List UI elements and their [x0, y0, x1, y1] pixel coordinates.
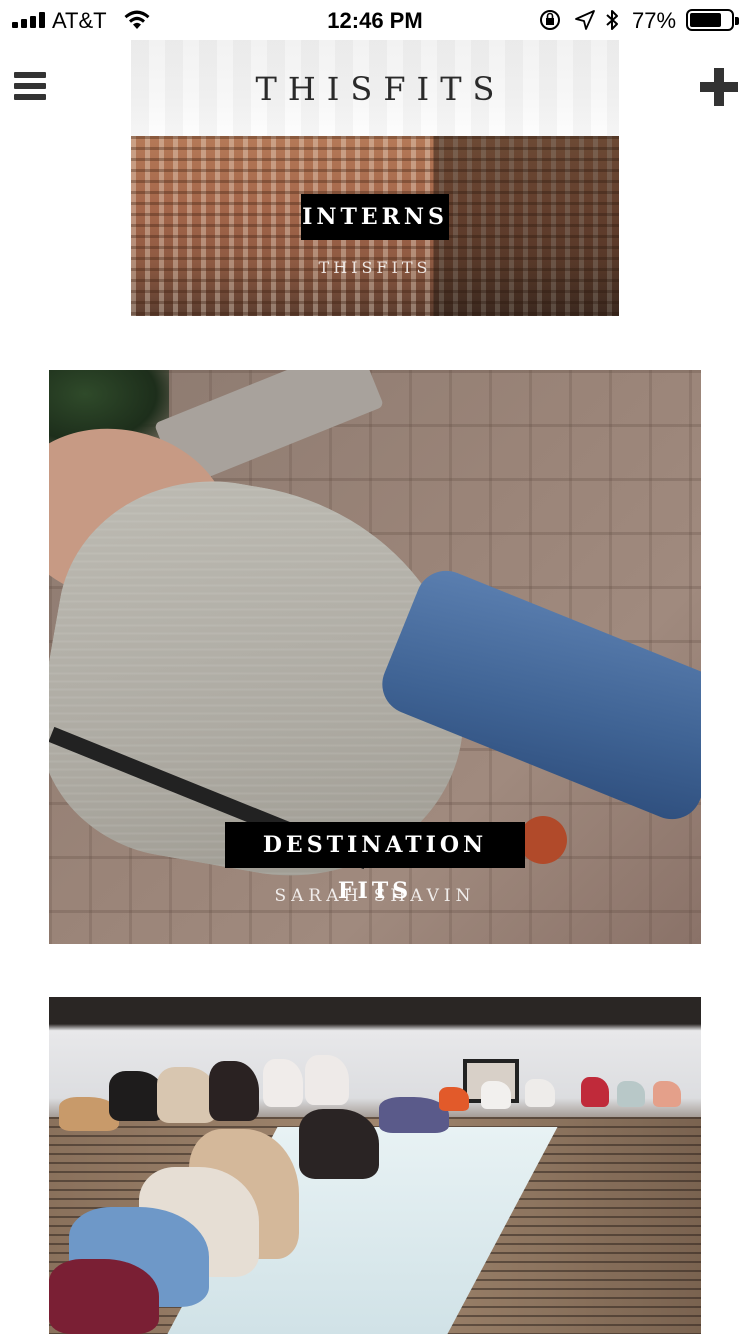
card-interns[interactable]: INTERNS THISFITS [131, 136, 619, 316]
card-subtitle: SARAH SHAVIN [274, 886, 476, 906]
status-bar: AT&T 12:46 PM 77% [0, 0, 750, 40]
card-destination-fits[interactable]: DESTINATION FITS SARAH SHAVIN [49, 370, 701, 944]
orientation-lock-icon [540, 10, 560, 30]
battery-percent: 77% [632, 8, 677, 33]
battery-fill [690, 13, 721, 27]
card-sneakers[interactable] [49, 997, 701, 1334]
bluetooth-icon [606, 10, 618, 30]
location-icon [575, 10, 595, 30]
hamburger-menu-icon [14, 72, 46, 78]
logo-banner[interactable]: THISFITS [131, 40, 619, 136]
battery-icon [686, 9, 739, 31]
card-subtitle: THISFITS [318, 258, 432, 277]
menu-button[interactable] [14, 72, 46, 102]
card-title: INTERNS [301, 194, 449, 240]
site-logo: THISFITS [255, 70, 506, 108]
card-title: DESTINATION FITS [225, 822, 525, 904]
add-button[interactable] [700, 68, 738, 106]
